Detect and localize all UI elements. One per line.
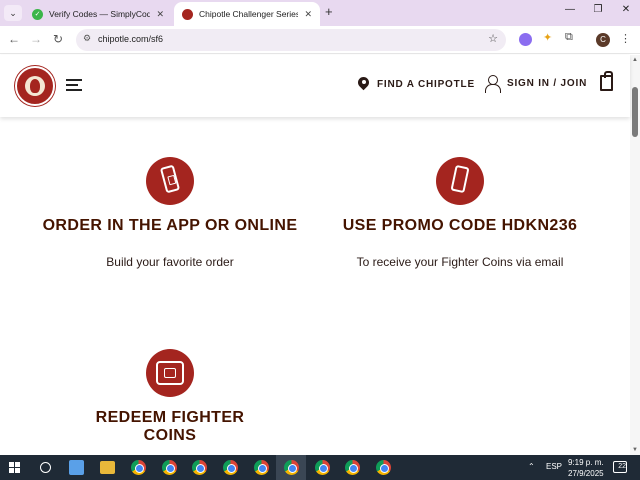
extension-pepper-icon[interactable]: ✦ <box>543 31 556 44</box>
bag-icon[interactable] <box>600 71 613 91</box>
new-tab-button[interactable]: + <box>325 4 333 19</box>
tray-chevron-icon[interactable]: ⌃ <box>528 462 535 471</box>
hamburger-menu-icon[interactable] <box>66 79 82 91</box>
find-label: FIND A CHIPOTLE <box>377 78 475 90</box>
extensions-puzzle-icon[interactable]: ⧉ <box>565 31 578 44</box>
minimize-button[interactable]: — <box>556 4 584 15</box>
step-redeem: REDEEM FIGHTER COINS <box>70 349 270 445</box>
chipotle-logo[interactable] <box>15 66 55 106</box>
browser-tab-bar: ⌄ ✓ Verify Codes — SimplyCodes ✕ Chipotl… <box>0 0 640 26</box>
notification-center-icon[interactable]: 22 <box>613 461 627 473</box>
chrome-icon[interactable] <box>254 460 269 475</box>
tab-close-icon[interactable]: ✕ <box>304 9 312 20</box>
simplycodes-favicon-icon: ✓ <box>32 8 43 20</box>
chrome-icon[interactable] <box>162 460 177 475</box>
step-title: ORDER IN THE APP OR ONLINE <box>42 217 298 234</box>
chrome-icon[interactable] <box>345 460 360 475</box>
file-explorer-icon[interactable] <box>100 461 115 474</box>
tab-chipotle[interactable]: Chipotle Challenger Series: Stre ✕ <box>174 2 320 26</box>
step-subtitle: To receive your Fighter Coins via email <box>356 255 564 269</box>
location-pin-icon <box>358 77 369 91</box>
tab-title: Chipotle Challenger Series: Stre <box>199 9 299 19</box>
step-title: REDEEM FIGHTER COINS <box>95 409 245 444</box>
user-icon <box>485 75 501 93</box>
chrome-icon[interactable] <box>315 460 330 475</box>
profile-avatar[interactable]: C <box>596 33 610 47</box>
pepper-icon <box>30 79 40 93</box>
clock-date: 27/9/2025 <box>568 469 604 478</box>
site-header: FIND A CHIPOTLE SIGN IN / JOIN <box>0 55 630 117</box>
sign-in-join-link[interactable]: SIGN IN / JOIN <box>485 75 588 93</box>
signin-label: SIGN IN / JOIN <box>507 78 588 89</box>
steps-section: ORDER IN THE APP OR ONLINE Build your fa… <box>0 117 630 455</box>
chrome-icon[interactable] <box>284 460 299 475</box>
maximize-button[interactable]: ❐ <box>584 4 612 15</box>
step-promo: USE PROMO CODE HDKN236 To receive your F… <box>330 157 590 269</box>
widgets-icon[interactable] <box>69 460 84 475</box>
page-scrollbar[interactable]: ▲ ▼ <box>630 55 640 455</box>
input-language[interactable]: ESP <box>546 462 562 471</box>
phone-icon <box>436 157 484 205</box>
taskbar-clock[interactable]: 9:19 p. m. 27/9/2025 <box>568 457 604 479</box>
forward-icon[interactable]: → <box>28 32 44 46</box>
windows-taskbar: ⌃ ESP 9:19 p. m. 27/9/2025 22 <box>0 455 640 480</box>
url-text[interactable]: chipotle.com/sf6 <box>98 34 163 44</box>
scroll-up-icon[interactable]: ▲ <box>632 57 638 63</box>
tab-title: Verify Codes — SimplyCodes <box>49 9 151 19</box>
browser-toolbar: ← → ↻ ⚙ chipotle.com/sf6 ☆ ✦ ⧉ C ⋮ <box>0 26 640 54</box>
site-settings-icon[interactable]: ⚙ <box>83 33 91 44</box>
address-bar[interactable]: ⚙ chipotle.com/sf6 ☆ <box>76 29 506 51</box>
chrome-icon[interactable] <box>223 460 238 475</box>
reload-icon[interactable]: ↻ <box>50 32 66 46</box>
back-icon[interactable]: ← <box>6 32 22 46</box>
chrome-icon[interactable] <box>376 460 391 475</box>
step-order: ORDER IN THE APP OR ONLINE Build your fa… <box>40 157 300 269</box>
step-title: USE PROMO CODE HDKN236 <box>342 217 578 234</box>
logo-center <box>25 76 45 96</box>
notification-count: 22 <box>618 463 626 470</box>
close-window-button[interactable]: ✕ <box>612 4 640 15</box>
clock-time: 9:19 p. m. <box>568 458 604 467</box>
scroll-thumb[interactable] <box>632 87 638 137</box>
chipotle-favicon-icon <box>182 8 193 20</box>
taskbar-search-icon[interactable] <box>40 462 51 473</box>
find-a-chipotle-link[interactable]: FIND A CHIPOTLE <box>358 77 475 91</box>
bookmark-star-icon[interactable]: ☆ <box>488 32 498 45</box>
order-app-icon <box>146 157 194 205</box>
step-subtitle: Build your favorite order <box>106 255 234 269</box>
tab-simplycodes[interactable]: ✓ Verify Codes — SimplyCodes ✕ <box>24 2 172 26</box>
windows-start-icon[interactable] <box>9 462 20 473</box>
scroll-down-icon[interactable]: ▼ <box>632 447 638 453</box>
chrome-icon[interactable] <box>192 460 207 475</box>
fighter-coin-icon <box>146 349 194 397</box>
extension-icon[interactable] <box>519 33 532 46</box>
chrome-icon[interactable] <box>131 460 146 475</box>
browser-menu-icon[interactable]: ⋮ <box>620 32 631 45</box>
tab-search-chevron-icon[interactable]: ⌄ <box>4 5 22 21</box>
tab-close-icon[interactable]: ✕ <box>156 9 164 20</box>
